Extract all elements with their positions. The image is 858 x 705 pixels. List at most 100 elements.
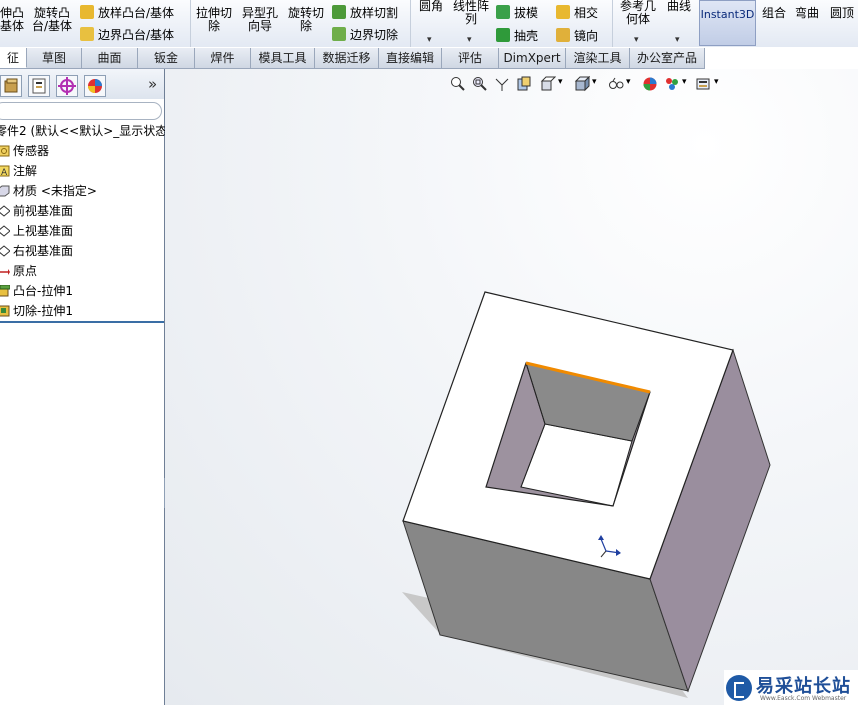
plane-icon [0,225,10,237]
zoom-to-fit-icon[interactable] [450,76,466,92]
command-manager-ribbon: 伸凸 基体 旋转凸 台/基体 放样凸台/基体 边界凸台/基体 拉伸切除 异型孔 向导 … [0,0,858,47]
view-settings-dropdown-icon[interactable]: ▾ [714,77,719,87]
flex-button[interactable]: 弯曲 [792,7,822,20]
tab-mold-tools[interactable]: 模具工具 [251,48,315,68]
tree-item-cut-extrude1[interactable]: 切除-拉伸1 [0,301,164,321]
mirror-button[interactable]: 镜向 [556,28,598,43]
sensor-icon [0,145,10,157]
ribbon-divider [612,0,613,47]
annotation-icon: A [0,165,10,177]
extrude-boss-icon [0,285,10,297]
loft-icon [80,5,94,19]
property-manager-tab-icon[interactable] [28,75,50,97]
intersect-button[interactable]: 相交 [556,5,598,20]
tab-direct-editing[interactable]: 直接编辑 [379,48,442,68]
tab-surfaces[interactable]: 曲面 [82,48,138,68]
model-view [402,291,771,698]
intersect-icon [556,5,570,19]
svg-text:A: A [1,168,8,177]
display-style-icon[interactable] [574,76,590,92]
tab-sketch[interactable]: 草图 [27,48,82,68]
hide-show-items-icon[interactable] [608,76,624,92]
tree-item-top-plane[interactable]: 上视基准面 [0,221,164,241]
previous-view-icon[interactable] [494,76,510,92]
view-settings-icon[interactable] [696,76,712,92]
ribbon-divider [410,0,411,47]
section-view-icon[interactable] [516,76,532,92]
ribbon-divider [190,0,191,47]
panel-rollback-bar[interactable] [0,321,164,323]
tree-item-origin[interactable]: 原点 [0,261,164,281]
revolved-cut-button[interactable]: 旋转切除 [284,7,328,33]
command-tabs: 征 草图 曲面 钣金 焊件 模具工具 数据迁移 直接编辑 评估 DimXpert… [0,48,705,69]
boundary-cut-button[interactable]: 边界切除 [332,27,398,42]
ref-geometry-dropdown-icon[interactable]: ▾ [634,35,639,45]
extrude-cut-icon [0,305,10,317]
hole-wizard-button[interactable]: 异型孔 向导 [238,7,282,33]
view-orientation-dropdown-icon[interactable]: ▾ [558,77,563,87]
draft-button[interactable]: 拔模 [496,5,538,20]
feature-tree: 零件2 (默认<<默认>_显示状态 传感器 A 注解 材质 <未指定> 前视基准… [0,121,167,321]
swept-cut-button[interactable]: 放样切割 [332,5,398,20]
origin-icon [0,269,10,275]
tree-item-right-plane[interactable]: 右视基准面 [0,241,164,261]
fillet-button[interactable]: 圆角 [414,0,448,13]
feature-manager-panel: » 零件2 (默认<<默认>_显示状态 传感器 A 注解 材质 <未指定> 前视… [0,69,167,705]
tab-weldments[interactable]: 焊件 [195,48,251,68]
combine-button[interactable]: 组合 [760,7,788,20]
boss-extrude-button[interactable]: 伸凸 基体 [0,7,24,33]
tree-filter-input[interactable] [0,102,162,120]
scene-dropdown-icon[interactable]: ▾ [682,77,687,87]
plane-icon [0,205,10,217]
fillet-dropdown-icon[interactable]: ▾ [427,35,432,45]
dome-button[interactable]: 圆顶 [826,7,858,20]
tab-features[interactable]: 征 [0,48,27,68]
extruded-cut-button[interactable]: 拉伸切除 [193,7,235,33]
tab-dimxpert[interactable]: DimXpert [499,48,566,68]
watermark-subtitle: Www.Easck.Com Webmaster [760,695,847,702]
graphics-area[interactable] [165,69,858,705]
shell-button[interactable]: 抽壳 [496,28,538,43]
tree-item-boss-extrude1[interactable]: 凸台-拉伸1 [0,281,164,301]
tree-root-part[interactable]: 零件2 (默认<<默认>_显示状态 [0,121,167,141]
boundary-boss-button[interactable]: 边界凸台/基体 [80,27,174,42]
curves-button[interactable]: 曲线 [664,0,694,13]
boundary-cut-icon [332,27,346,41]
shell-icon [496,28,510,42]
watermark-logo-icon [726,675,752,701]
tab-data-migration[interactable]: 数据迁移 [315,48,379,68]
hide-show-dropdown-icon[interactable]: ▾ [626,77,631,87]
display-style-dropdown-icon[interactable]: ▾ [592,77,597,87]
lofted-boss-button[interactable]: 放样凸台/基体 [80,5,174,20]
view-orientation-icon[interactable] [540,76,556,92]
tree-item-material[interactable]: 材质 <未指定> [0,181,164,201]
tab-render-tools[interactable]: 渲染工具 [566,48,630,68]
instant3d-button[interactable]: Instant3D [699,0,756,46]
tree-item-front-plane[interactable]: 前视基准面 [0,201,164,221]
tree-item-annotations[interactable]: A 注解 [0,161,164,181]
display-manager-tab-icon[interactable] [84,75,106,97]
material-icon [0,185,10,197]
mirror-icon [556,28,570,42]
zoom-to-area-icon[interactable] [472,76,488,92]
tree-item-sensors[interactable]: 传感器 [0,141,164,161]
site-watermark: 易采站长站 Www.Easck.Com Webmaster [724,670,858,705]
tab-evaluate[interactable]: 评估 [442,48,499,68]
swept-cut-icon [332,5,346,19]
edit-appearance-icon[interactable] [642,76,658,92]
tab-sheet-metal[interactable]: 钣金 [138,48,195,68]
tab-office-products[interactable]: 办公室产品 [630,48,705,68]
plane-icon [0,245,10,257]
revolved-boss-button[interactable]: 旋转凸 台/基体 [30,7,74,33]
draft-icon [496,5,510,19]
linear-pattern-button[interactable]: 线性阵列 [450,0,492,26]
reference-geometry-button[interactable]: 参考几 何体 [616,0,660,26]
curves-dropdown-icon[interactable]: ▾ [675,35,680,45]
boundary-boss-icon [80,27,94,41]
apply-scene-icon[interactable] [664,76,680,92]
configuration-manager-tab-icon[interactable] [56,75,78,97]
pattern-dropdown-icon[interactable]: ▾ [467,35,472,45]
panel-toolbar: » [0,69,164,99]
feature-manager-tab-icon[interactable] [0,75,22,97]
panel-expand-icon[interactable]: » [148,75,157,93]
